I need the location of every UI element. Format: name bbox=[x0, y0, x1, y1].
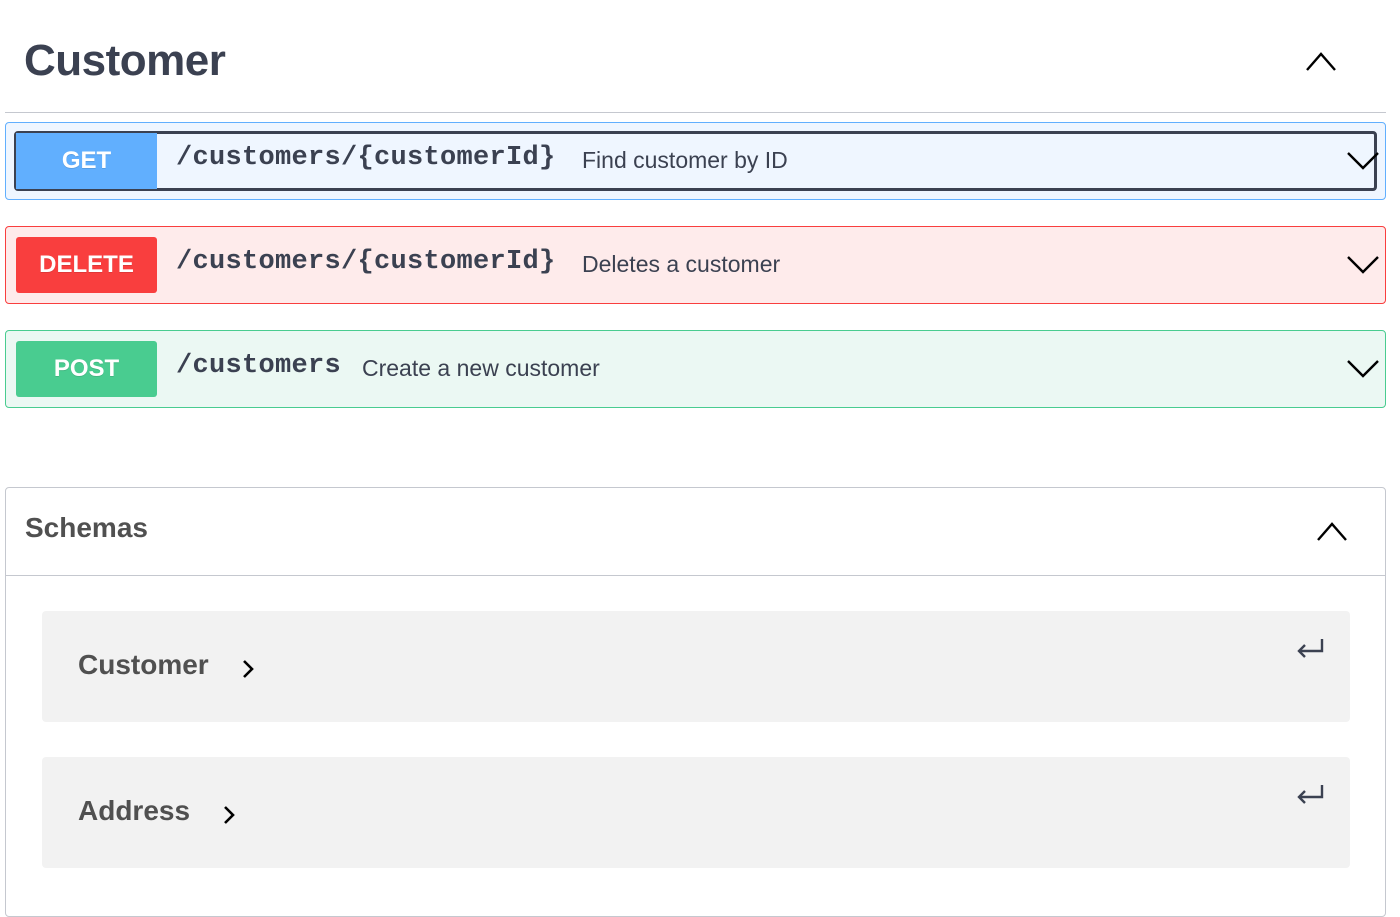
chevron-down-icon[interactable] bbox=[1345, 353, 1381, 383]
tag-title: Customer bbox=[24, 36, 226, 85]
chevron-right-icon[interactable] bbox=[219, 803, 239, 827]
chevron-up-icon[interactable] bbox=[1301, 42, 1341, 82]
method-badge-post: POST bbox=[16, 341, 157, 397]
operation-path: /customers/{customerId} bbox=[176, 247, 556, 277]
operation-path: /customers/{customerId} bbox=[176, 143, 556, 173]
operation-path: /customers bbox=[176, 351, 342, 381]
chevron-down-icon[interactable] bbox=[1345, 249, 1381, 279]
operation-summary: Create a new customer bbox=[362, 355, 600, 381]
chevron-right-icon[interactable] bbox=[238, 657, 258, 681]
return-arrow-icon[interactable] bbox=[1294, 781, 1328, 807]
model-name[interactable]: Address bbox=[78, 795, 190, 827]
model-container-address[interactable]: Address bbox=[42, 757, 1350, 868]
return-arrow-icon[interactable] bbox=[1294, 635, 1328, 661]
operation-summary: Deletes a customer bbox=[582, 251, 781, 277]
schemas-title: Schemas bbox=[25, 512, 148, 543]
method-badge-delete: DELETE bbox=[16, 237, 157, 293]
opblock-post-customers[interactable]: POST /customers Create a new customer bbox=[5, 330, 1386, 408]
opblock-get-customer[interactable]: GET /customers/{customerId} Find custome… bbox=[5, 122, 1386, 200]
schemas-section: Schemas Customer Address bbox=[5, 487, 1386, 917]
tag-section-header[interactable]: Customer bbox=[5, 0, 1386, 113]
opblock-delete-customer[interactable]: DELETE /customers/{customerId} Deletes a… bbox=[5, 226, 1386, 304]
chevron-down-icon[interactable] bbox=[1345, 145, 1381, 175]
model-container-customer[interactable]: Customer bbox=[42, 611, 1350, 722]
model-name[interactable]: Customer bbox=[78, 649, 209, 681]
operation-summary: Find customer by ID bbox=[582, 147, 788, 173]
schemas-header[interactable]: Schemas bbox=[6, 488, 1385, 576]
chevron-up-icon[interactable] bbox=[1312, 512, 1352, 552]
method-badge-get: GET bbox=[16, 133, 157, 189]
